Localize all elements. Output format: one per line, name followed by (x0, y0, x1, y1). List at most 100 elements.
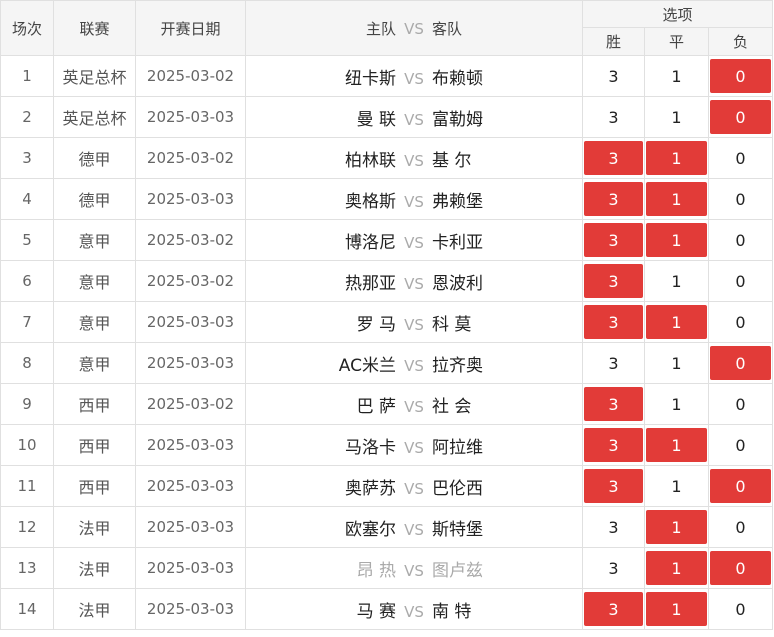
match-rows: 1 英足总杯 2025-03-02 纽卡斯 VS 布赖顿 3 1 0 2 英足总杯 2025-03-0… (0, 55, 774, 630)
match-number: 2 (0, 96, 54, 138)
match-date: 2025-03-02 (135, 137, 246, 179)
option-draw-button[interactable]: 1 (646, 223, 707, 257)
option-lose-button[interactable]: 0 (710, 469, 772, 503)
away-team: 基 尔 (432, 150, 472, 171)
away-team: 弗赖堡 (432, 191, 483, 212)
match-teams: 罗 马 VS 科 莫 (245, 301, 583, 343)
option-draw-button[interactable]: 1 (646, 469, 707, 503)
away-team: 社 会 (432, 396, 472, 417)
option-win-button[interactable]: 3 (584, 100, 643, 134)
option-lose-button[interactable]: 0 (710, 346, 772, 380)
league-name: 西甲 (53, 465, 136, 507)
match-number: 4 (0, 178, 54, 220)
table-row: 5 意甲 2025-03-02 博洛尼 VS 卡利亚 3 1 0 (0, 219, 774, 261)
option-win-button[interactable]: 3 (584, 428, 643, 462)
match-date: 2025-03-02 (135, 55, 246, 97)
match-number: 8 (0, 342, 54, 384)
vs-label: VS (404, 69, 424, 88)
option-win-button[interactable]: 3 (584, 346, 643, 380)
match-teams: 博洛尼 VS 卡利亚 (245, 219, 583, 261)
header-options: 选项 (581, 0, 774, 28)
option-lose-button[interactable]: 0 (710, 592, 772, 626)
option-lose-button[interactable]: 0 (710, 428, 772, 462)
option-draw-button[interactable]: 1 (646, 59, 707, 93)
home-team: 曼 联 (356, 109, 396, 130)
match-date: 2025-03-03 (135, 588, 246, 630)
option-draw-button[interactable]: 1 (646, 387, 707, 421)
option-draw-button[interactable]: 1 (646, 141, 707, 175)
option-win-button[interactable]: 3 (584, 141, 643, 175)
option-draw-button[interactable]: 1 (646, 428, 707, 462)
match-date: 2025-03-03 (135, 547, 246, 589)
option-win-button[interactable]: 3 (584, 551, 643, 585)
option-cell: 3 (582, 96, 645, 138)
option-lose-button[interactable]: 0 (710, 305, 772, 339)
option-win-button[interactable]: 3 (584, 264, 643, 298)
match-teams: 柏林联 VS 基 尔 (245, 137, 583, 179)
match-number: 6 (0, 260, 54, 302)
option-draw-button[interactable]: 1 (646, 305, 707, 339)
match-teams: 奥格斯 VS 弗赖堡 (245, 178, 583, 220)
away-team: 巴伦西 (432, 478, 483, 499)
option-win-button[interactable]: 3 (584, 387, 643, 421)
league-name: 英足总杯 (53, 96, 136, 138)
option-lose-button[interactable]: 0 (710, 510, 772, 544)
option-win-button[interactable]: 3 (584, 469, 643, 503)
vs-label: VS (404, 397, 424, 416)
option-lose-button[interactable]: 0 (710, 141, 772, 175)
league-name: 意甲 (53, 301, 136, 343)
away-team: 布赖顿 (432, 68, 483, 89)
option-lose-button[interactable]: 0 (710, 182, 772, 216)
match-number: 10 (0, 424, 54, 466)
away-team: 阿拉维 (432, 437, 483, 458)
match-date: 2025-03-03 (135, 506, 246, 548)
table-row: 3 德甲 2025-03-02 柏林联 VS 基 尔310 (0, 137, 774, 179)
option-cell: 0 (707, 588, 774, 630)
option-lose-button[interactable]: 0 (710, 264, 772, 298)
league-name: 意甲 (53, 260, 136, 302)
option-cell: 1 (644, 260, 709, 302)
table-row: 9 西甲 2025-03-02 巴 萨 VS 社 会 310 (0, 383, 774, 425)
vs-label: VS (404, 438, 424, 457)
table-row: 2 英足总杯 2025-03-03 曼 联 VS 富勒姆 3 1 0 (0, 96, 774, 138)
home-team: 巴 萨 (356, 396, 396, 417)
option-lose-button[interactable]: 0 (710, 551, 772, 585)
option-win-button[interactable]: 3 (584, 305, 643, 339)
match-date: 2025-03-03 (135, 465, 246, 507)
option-win-button[interactable]: 3 (584, 510, 643, 544)
vs-label: VS (404, 110, 424, 129)
option-draw-button[interactable]: 1 (646, 346, 707, 380)
table-row: 1 英足总杯 2025-03-02 纽卡斯 VS 布赖顿 3 1 0 (0, 55, 774, 97)
match-date: 2025-03-02 (135, 260, 246, 302)
league-name: 法甲 (53, 547, 136, 589)
vs-label: VS (404, 520, 424, 539)
option-draw-button[interactable]: 1 (646, 182, 707, 216)
home-team: 昂 热 (356, 560, 396, 581)
option-win-button[interactable]: 3 (584, 223, 643, 257)
option-cell: 0 (707, 547, 774, 589)
table-row: 14 法甲 2025-03-03 马 赛 VS 南 特 310 (0, 588, 774, 630)
option-cell: 0 (707, 137, 774, 179)
option-cell: 0 (707, 219, 774, 261)
option-draw-button[interactable]: 1 (646, 264, 707, 298)
match-number: 14 (0, 588, 54, 630)
option-lose-button[interactable]: 0 (710, 100, 772, 134)
option-draw-button[interactable]: 1 (646, 100, 707, 134)
option-draw-button[interactable]: 1 (646, 551, 707, 585)
option-win-button[interactable]: 3 (584, 59, 643, 93)
option-draw-button[interactable]: 1 (646, 510, 707, 544)
home-team: 欧塞尔 (345, 519, 396, 540)
option-win-button[interactable]: 3 (584, 182, 643, 216)
table-row: 10 西甲 2025-03-03 马洛卡 VS 阿拉维 3 1 0 (0, 424, 774, 466)
table-row: 6 意甲 2025-03-02 热那亚 VS 恩波利 3 1 0 (0, 260, 774, 302)
option-win-button[interactable]: 3 (584, 592, 643, 626)
match-number: 1 (0, 55, 54, 97)
league-name: 西甲 (53, 383, 136, 425)
option-lose-button[interactable]: 0 (710, 59, 772, 93)
match-date: 2025-03-03 (135, 342, 246, 384)
home-team: 奥格斯 (345, 191, 396, 212)
option-lose-button[interactable]: 0 (710, 223, 772, 257)
option-draw-button[interactable]: 1 (646, 592, 707, 626)
option-cell: 1 (644, 588, 709, 630)
option-lose-button[interactable]: 0 (710, 387, 772, 421)
